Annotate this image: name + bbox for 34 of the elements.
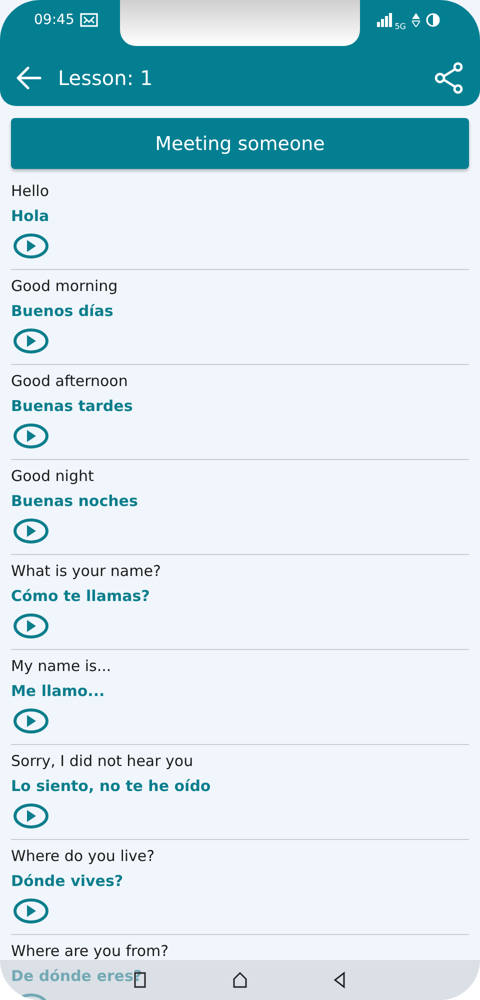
play-icon[interactable] <box>11 613 49 639</box>
spanish-phrase: Cómo te llamas? <box>11 586 150 606</box>
play-icon[interactable] <box>11 708 49 734</box>
spanish-phrase: Lo siento, no te he oído <box>11 776 211 796</box>
spanish-phrase: Hola <box>11 206 50 226</box>
spanish-phrase: Buenas tardes <box>11 396 133 416</box>
english-phrase: Good night <box>11 466 94 486</box>
english-phrase: Good morning <box>11 276 118 296</box>
english-phrase: Where do you live? <box>11 846 155 866</box>
signal-icon <box>376 13 393 27</box>
play-icon[interactable] <box>11 803 49 829</box>
play-icon[interactable] <box>11 423 49 449</box>
mail-icon <box>80 13 98 27</box>
data-transfer-icon <box>412 13 420 27</box>
spanish-phrase: Dónde vives? <box>11 871 124 891</box>
play-icon[interactable] <box>11 898 49 924</box>
lesson-title: Lesson: 1 <box>58 66 154 90</box>
english-phrase: Good afternoon <box>11 371 128 391</box>
contrast-icon <box>426 13 440 27</box>
play-icon[interactable] <box>11 328 49 354</box>
english-phrase: My name is... <box>11 656 112 676</box>
play-icon[interactable] <box>11 518 49 544</box>
play-icon[interactable] <box>11 233 49 259</box>
english-phrase: Sorry, I did not hear you <box>11 751 194 771</box>
spanish-phrase: Buenas noches <box>11 491 138 511</box>
share-icon[interactable] <box>434 62 464 94</box>
spanish-phrase: Buenos días <box>11 301 114 321</box>
english-phrase: What is your name? <box>11 561 161 581</box>
section-banner: Meeting someone <box>11 118 469 169</box>
spanish-phrase: Me llamo... <box>11 681 105 701</box>
network-label: 5G <box>394 22 406 30</box>
english-phrase: Hello <box>11 181 50 201</box>
english-phrase: Where are you from? <box>11 941 169 961</box>
status-time: 09:45 <box>34 12 74 28</box>
